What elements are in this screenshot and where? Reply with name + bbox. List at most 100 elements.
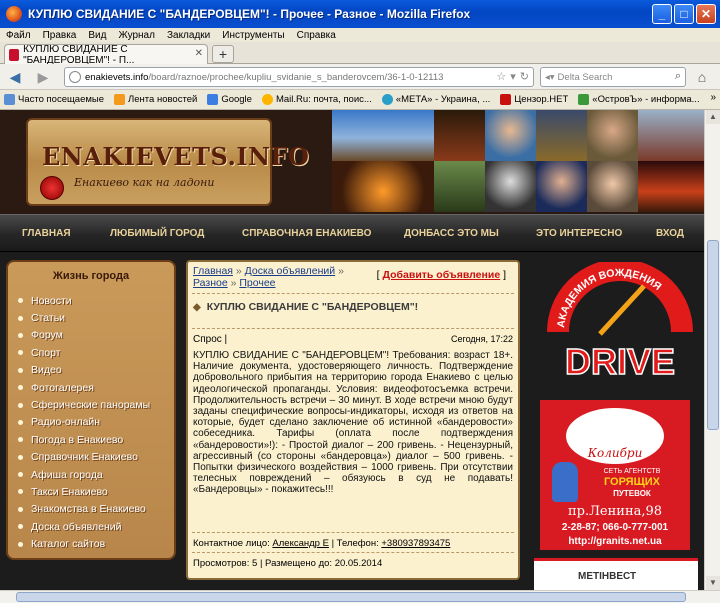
bookmarks-more-button[interactable]: »: [710, 92, 716, 103]
reload-icon[interactable]: ↻: [520, 70, 529, 83]
bullet-icon: [18, 454, 23, 460]
photo-factory-fire: [638, 161, 704, 212]
bullet-icon: [18, 350, 23, 356]
kolibri-phones: 2-28-87; 066-0-777-001: [561, 522, 669, 533]
scroll-down-icon[interactable]: ▼: [706, 576, 720, 590]
divider: [192, 293, 514, 294]
bookmark-meta[interactable]: «МЕТА» - Украина, ...: [381, 94, 490, 105]
sidebar-item-weather[interactable]: Погода в Енакиево: [18, 431, 168, 448]
bullet-icon: [18, 332, 23, 338]
tab-close-icon[interactable]: ✕: [195, 48, 203, 59]
sidebar-city-life: Жизнь города Новости Статьи Форум Спорт …: [6, 260, 176, 560]
url-domain: enakievets.info: [85, 71, 149, 83]
censor-icon: [500, 94, 512, 105]
nav-favorite-city[interactable]: ЛЮБИМЫЙ ГОРОД: [110, 228, 204, 239]
search-bar[interactable]: ◂▾ Delta Search ⌕: [540, 67, 686, 87]
scroll-up-icon[interactable]: ▲: [706, 110, 720, 124]
url-path: /board/raznoe/prochee/kupliu_svidanie_s_…: [148, 71, 444, 83]
crumb-misc[interactable]: Разное: [193, 277, 228, 289]
menu-bookmarks[interactable]: Закладки: [167, 30, 210, 41]
maximize-button[interactable]: □: [674, 4, 694, 24]
menu-history[interactable]: Журнал: [118, 30, 155, 41]
horizontal-scrollbar[interactable]: [0, 590, 720, 603]
bookmark-censor[interactable]: Цензор.НЕТ: [500, 94, 568, 105]
forward-icon[interactable]: ▶: [34, 68, 52, 86]
search-engine-icon[interactable]: ◂▾: [545, 72, 555, 83]
menu-view[interactable]: Вид: [88, 30, 106, 41]
sidebar-item-articles[interactable]: Статьи: [18, 309, 168, 326]
new-tab-button[interactable]: +: [212, 45, 234, 63]
bookmark-google[interactable]: Google: [207, 94, 252, 105]
google-icon: [207, 94, 219, 105]
minimize-button[interactable]: _: [652, 4, 672, 24]
bookmark-ostrov[interactable]: «ОстровЪ» - информа...: [578, 94, 700, 105]
crumb-home[interactable]: Главная: [193, 265, 233, 277]
bookmark-mailru[interactable]: Mail.Ru: почта, поис...: [261, 94, 372, 105]
mailru-icon: [261, 94, 273, 105]
sidebar-item-taxi[interactable]: Такси Енакиево: [18, 483, 168, 500]
search-icon[interactable]: ⌕: [675, 70, 681, 83]
sidebar-item-news[interactable]: Новости: [18, 292, 168, 309]
scroll-thumb[interactable]: [707, 240, 719, 430]
photo-night-fire: [332, 161, 434, 212]
menu-edit[interactable]: Правка: [43, 30, 77, 41]
search-placeholder: Delta Search: [557, 71, 613, 83]
url-bar[interactable]: enakievets.info /board/raznoe/prochee/ku…: [64, 67, 534, 87]
photo-motocross: [434, 161, 485, 212]
window-title: КУПЛЮ СВИДАНИЕ С "БАНДЕРОВЦЕМ"! - Прочее…: [28, 7, 471, 21]
photo-old-man: [587, 161, 638, 212]
contact-name-link[interactable]: Александр Е: [272, 538, 329, 549]
menu-file[interactable]: Файл: [6, 30, 31, 41]
menu-tools[interactable]: Инструменты: [222, 30, 284, 41]
sidebar-item-board[interactable]: Доска объявлений: [18, 518, 168, 535]
nav-donbass[interactable]: ДОНБАСС ЭТО МЫ: [404, 228, 499, 239]
crumb-other[interactable]: Прочее: [239, 277, 275, 289]
hscroll-thumb[interactable]: [16, 592, 686, 602]
bookmark-news-feed[interactable]: Лента новостей: [114, 94, 197, 105]
sidebar-item-video[interactable]: Видео: [18, 362, 168, 379]
driving-academy-ad[interactable]: АКАДЕМИЯ ВОЖДЕНИЯ DRIVE: [540, 259, 700, 383]
sidebar-item-photogallery[interactable]: Фотогалерея: [18, 379, 168, 396]
home-icon[interactable]: ⌂: [692, 67, 712, 87]
sidebar-item-panoramas[interactable]: Сферические панорамы: [18, 396, 168, 413]
nav-interesting[interactable]: ЭТО ИНТЕРЕСНО: [536, 228, 622, 239]
sidebar-item-radio[interactable]: Радио-онлайн: [18, 414, 168, 431]
site-identity-icon[interactable]: [69, 71, 81, 83]
vertical-scrollbar[interactable]: ▲ ▼: [704, 110, 720, 590]
close-button[interactable]: ✕: [696, 4, 716, 24]
sidebar-item-directory[interactable]: Справочник Енакиево: [18, 449, 168, 466]
nav-login[interactable]: ВХОД: [656, 228, 684, 239]
site-header: ENAKIEVETS.INFO Енакиево как на ладони: [0, 110, 704, 214]
bullet-icon: [18, 385, 23, 391]
crumb-board[interactable]: Доска объявлений: [245, 265, 336, 277]
tab-current[interactable]: КУПЛЮ СВИДАНИЕ С "БАНДЕРОВЦЕМ"! - П... ✕: [4, 44, 208, 66]
breadcrumb: Главная » Доска объявлений » Разное » Пр…: [193, 265, 344, 289]
menu-help[interactable]: Справка: [297, 30, 336, 41]
bookmark-star-icon[interactable]: ☆: [496, 70, 506, 83]
phone-link[interactable]: +380937893475: [381, 538, 450, 549]
sidebar-item-forum[interactable]: Форум: [18, 327, 168, 344]
add-ad-link[interactable]: Добавить объявление: [383, 269, 501, 281]
nav-home[interactable]: ГЛАВНАЯ: [22, 228, 71, 239]
metinvest-ad[interactable]: МЕТІНВЕСТ: [534, 558, 698, 590]
kolibri-travel-ad[interactable]: Колибри СЕТЬ АГЕНТСТВ ГОРЯЩИХ ПУТЕВОК пр…: [540, 400, 690, 550]
sidebar-item-catalog[interactable]: Каталог сайтов: [18, 535, 168, 552]
nav-directory[interactable]: СПРАВОЧНАЯ ЕНАКИЕВО: [242, 228, 371, 239]
bookmark-most-visited[interactable]: Часто посещаемые: [4, 94, 104, 105]
logo-subtitle: Енакиево как на ладони: [74, 176, 215, 189]
sidebar-list: Новости Статьи Форум Спорт Видео Фотогал…: [18, 292, 168, 553]
bullet-icon: [18, 402, 23, 408]
kolibri-url: http://granits.net.ua: [568, 536, 662, 547]
ad-date: Сегодня, 17:22: [450, 334, 513, 344]
add-ad-wrapper: [ Добавить объявление ]: [376, 269, 506, 281]
dropdown-icon[interactable]: ▾: [510, 70, 516, 83]
site-logo[interactable]: ENAKIEVETS.INFO Енакиево как на ладони: [26, 118, 309, 206]
bullet-icon: [18, 367, 23, 373]
sidebar-item-events[interactable]: Афиша города: [18, 466, 168, 483]
ad-title: ◆ КУПЛЮ СВИДАНИЕ С "БАНДЕРОВЦЕМ"!: [193, 301, 419, 313]
sidebar-item-sport[interactable]: Спорт: [18, 344, 168, 361]
back-icon[interactable]: ◀: [6, 68, 24, 86]
kolibri-tours: ПУТЕВОК: [613, 489, 651, 498]
ad-body: КУПЛЮ СВИДАНИЕ С "БАНДЕРОВЦЕМ"! Требован…: [193, 350, 513, 496]
sidebar-item-dating[interactable]: Знакомства в Енакиево: [18, 501, 168, 518]
